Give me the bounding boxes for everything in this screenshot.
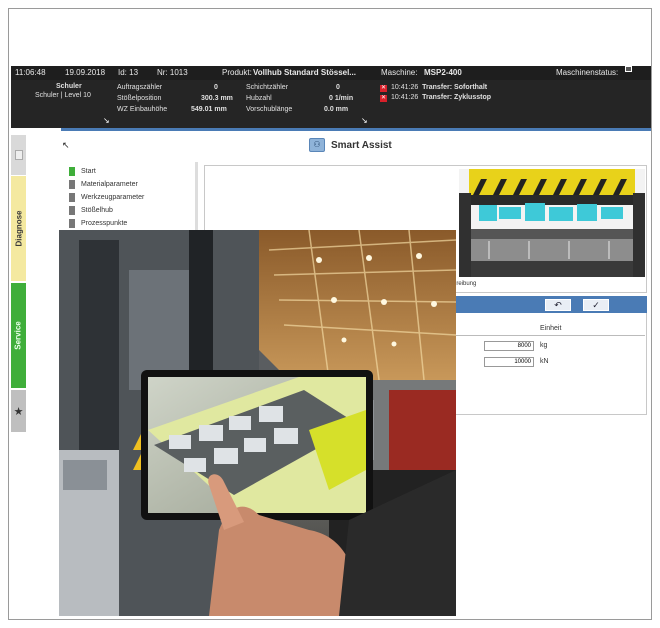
step-status-icon bbox=[69, 206, 75, 215]
users-icon: ⚇ bbox=[309, 138, 325, 152]
counter-value: 0.0 mm bbox=[324, 106, 349, 113]
expand-arrow-icon[interactable]: ↘ bbox=[361, 116, 368, 125]
action-bar bbox=[439, 296, 647, 313]
counter-label: Hubzahl bbox=[246, 95, 272, 102]
machine-label: Maschine: bbox=[381, 68, 418, 77]
counter-value: 300.3 mm bbox=[201, 95, 233, 102]
top-status-bar: 11:06:48 19.09.2018 Id: 13 Nr: 1013 Prod… bbox=[11, 66, 651, 80]
mouse-pointer-icon: ↖ bbox=[62, 140, 70, 150]
step-item[interactable]: Prozesspunkte bbox=[69, 217, 193, 230]
step-status-icon bbox=[69, 180, 75, 189]
date: 19.09.2018 bbox=[65, 68, 106, 77]
confirm-button[interactable]: ✓ bbox=[583, 299, 609, 311]
machine-value: MSP2-400 bbox=[424, 68, 462, 77]
machine-status-label: Maschinenstatus: bbox=[556, 68, 619, 77]
step-label: Prozesspunkte bbox=[81, 220, 128, 227]
order-id: Id: 13 bbox=[118, 68, 139, 77]
step-status-icon bbox=[69, 193, 75, 202]
sidebar-tab-favorites[interactable]: ★ bbox=[11, 390, 26, 432]
counter-label: Stößelposition bbox=[117, 95, 162, 102]
message-item[interactable]: ✕ 10:41:26 Transfer: Zyklusstop bbox=[380, 94, 491, 102]
press-machine-image bbox=[459, 169, 645, 277]
counter-label: Auftragszähler bbox=[117, 84, 163, 91]
step-item[interactable]: Materialparameter bbox=[69, 178, 193, 191]
expand-arrow-icon[interactable]: ↘ bbox=[103, 116, 110, 125]
wizard-steps: Start Materialparameter Werkzeugparamete… bbox=[69, 165, 193, 230]
counter-value: 549.01 mm bbox=[191, 106, 227, 113]
order-number: Nr: 1013 bbox=[157, 68, 188, 77]
counter-value: 0 1/min bbox=[329, 95, 354, 102]
factory-tablet-photo bbox=[59, 230, 456, 616]
step-item[interactable]: Werkzeugparameter bbox=[69, 191, 193, 204]
clock: 11:06:48 bbox=[15, 68, 46, 77]
page-title: Smart Assist bbox=[331, 139, 392, 151]
step-status-icon bbox=[69, 219, 75, 228]
product-label: Produkt: bbox=[222, 68, 252, 77]
unit-label: kg bbox=[540, 342, 548, 349]
counter-value: 0 bbox=[214, 84, 218, 91]
user-role: Schuler | Level 10 bbox=[35, 92, 91, 99]
sidebar-tab-service[interactable]: Service bbox=[11, 283, 26, 388]
step-label: Werkzeugparameter bbox=[81, 194, 145, 201]
sidebar-tab-label: Diagnose bbox=[14, 210, 24, 247]
unit-column-header: Einheit bbox=[540, 325, 562, 332]
star-icon: ★ bbox=[13, 405, 24, 418]
page-title-row: ⚇ Smart Assist bbox=[309, 136, 392, 154]
counter-value: 0 bbox=[336, 84, 340, 91]
step-item[interactable]: Stößelhub bbox=[69, 204, 193, 217]
error-icon: ✕ bbox=[380, 85, 387, 92]
user-name: Schuler bbox=[56, 83, 82, 90]
status-grey-icon bbox=[625, 66, 632, 72]
step-status-icon bbox=[69, 167, 75, 176]
step-item[interactable]: Start bbox=[69, 165, 193, 178]
force-input[interactable]: 10000 bbox=[484, 357, 534, 367]
step-label: Materialparameter bbox=[81, 181, 138, 188]
weight-input[interactable]: 8000 bbox=[484, 341, 534, 351]
step-label: Stößelhub bbox=[81, 207, 113, 214]
unit-label: kN bbox=[540, 358, 549, 365]
sidebar-tab-diagnose[interactable]: Diagnose bbox=[11, 176, 26, 281]
message-text: Transfer: Zyklusstop bbox=[422, 94, 491, 101]
divider bbox=[449, 335, 645, 336]
header-accent-bar bbox=[61, 128, 651, 131]
message-time: 10:41:26 bbox=[391, 84, 419, 91]
error-icon: ✕ bbox=[380, 95, 387, 102]
page-frame: 11:06:48 19.09.2018 Id: 13 Nr: 1013 Prod… bbox=[8, 8, 652, 620]
message-text: Transfer: Soforthalt bbox=[422, 84, 488, 91]
machine-info-bar: Schuler Schuler | Level 10 ↘ Auftragszäh… bbox=[11, 80, 651, 128]
message-item[interactable]: ✕ 10:41:26 Transfer: Soforthalt bbox=[380, 84, 487, 92]
back-button[interactable]: ↶ bbox=[545, 299, 571, 311]
sidebar-tab-home[interactable] bbox=[11, 135, 26, 175]
counter-label: WZ Einbauhöhe bbox=[117, 106, 168, 113]
document-icon bbox=[14, 150, 23, 160]
step-label: Start bbox=[81, 168, 96, 175]
counter-label: Vorschublänge bbox=[246, 106, 293, 113]
counter-label: Schichtzähler bbox=[246, 84, 289, 91]
sidebar-tab-label: Service bbox=[14, 321, 23, 350]
message-time: 10:41:26 bbox=[391, 94, 419, 101]
product-value: Vollhub Standard Stössel... bbox=[253, 68, 356, 77]
step-list-scrollbar[interactable] bbox=[195, 162, 198, 232]
